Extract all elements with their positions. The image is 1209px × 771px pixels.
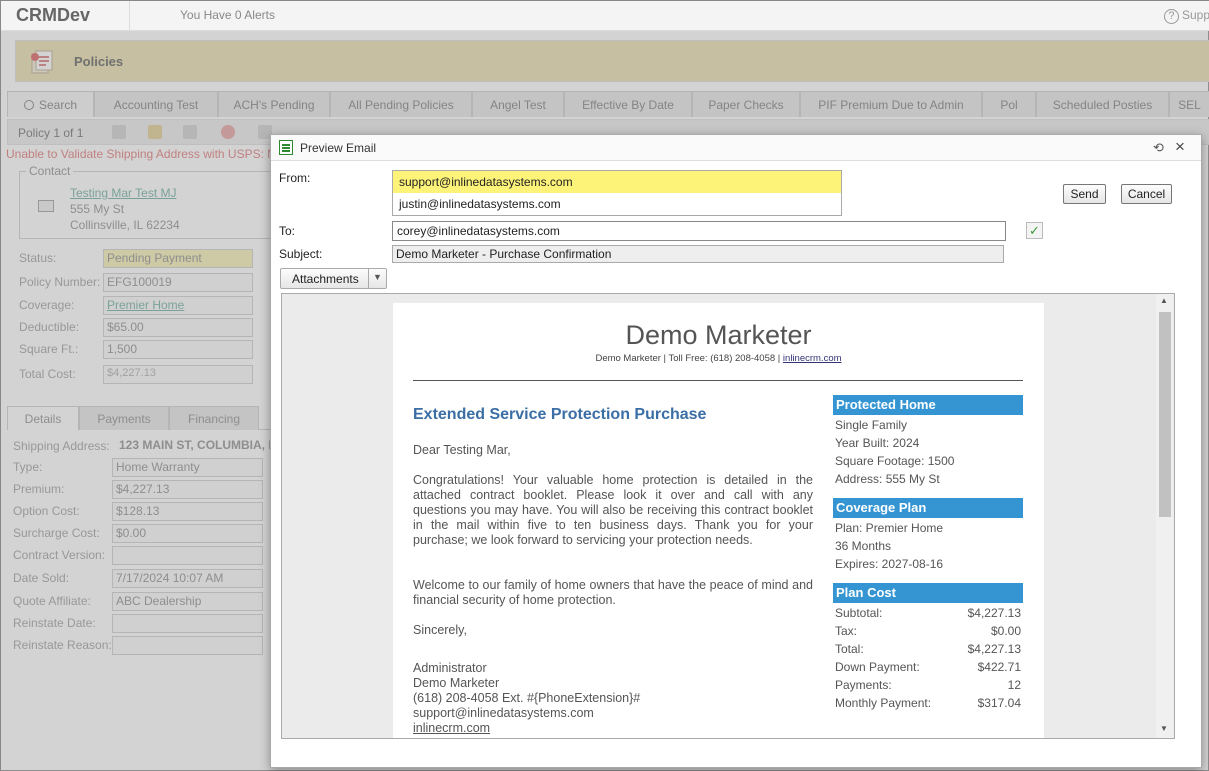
from-select-list[interactable]: support@inlinedatasystems.com justin@inl…: [392, 170, 842, 216]
cost-value: $0.00: [990, 624, 1021, 638]
dialog-title: Preview Email: [300, 141, 377, 155]
signature-phone: (618) 208-4058 Ext. #{PhoneExtension}#: [413, 691, 641, 705]
protected-home-line: Square Footage: 1500: [835, 454, 955, 468]
to-input[interactable]: [392, 221, 1006, 241]
coverage-plan-header: Coverage Plan: [833, 498, 1023, 518]
plan-cost-row: Down Payment: $422.71: [835, 660, 1023, 678]
protected-home-line: Address: 555 My St: [835, 472, 940, 486]
checkmark-icon[interactable]: ✓: [1026, 222, 1043, 239]
signature-web-link[interactable]: inlinecrm.com: [413, 721, 640, 736]
email-website-link[interactable]: inlinecrm.com: [783, 353, 842, 364]
email-company-subline: Demo Marketer | Toll Free: (618) 208-405…: [393, 353, 1044, 364]
signature-name: Administrator: [413, 661, 487, 675]
cost-label: Down Payment:: [835, 660, 920, 674]
email-paragraph-1: Congratulations! Your valuable home prot…: [413, 473, 813, 547]
cost-label: Monthly Payment:: [835, 696, 932, 710]
protected-home-line: Year Built: 2024: [835, 436, 920, 450]
cancel-button[interactable]: Cancel: [1121, 184, 1172, 204]
support-link[interactable]: ? Supp: [1163, 8, 1209, 24]
email-greeting: Dear Testing Mar,: [413, 443, 511, 457]
cost-label: Tax:: [835, 624, 858, 638]
coverage-plan-line: Plan: Premier Home: [835, 521, 944, 535]
signature-email: support@inlinedatasystems.com: [413, 706, 594, 720]
cost-value: $4,227.13: [967, 606, 1021, 620]
plan-cost-row: Payments: 12: [835, 678, 1023, 696]
cost-value: 12: [1007, 678, 1021, 692]
scroll-up-icon[interactable]: ▲: [1160, 296, 1168, 305]
email-company-title: Demo Marketer: [625, 320, 812, 350]
email-preview-icon: [279, 140, 293, 155]
chevron-down-icon[interactable]: ▼: [373, 272, 382, 282]
refresh-icon[interactable]: ⟲: [1153, 140, 1164, 156]
email-contact-info: Demo Marketer | Toll Free: (618) 208-405…: [595, 353, 783, 364]
help-icon: ?: [1163, 9, 1179, 24]
cost-value: $4,227.13: [967, 642, 1021, 656]
close-icon[interactable]: ×: [1175, 137, 1185, 157]
email-preview-frame[interactable]: Demo Marketer Demo Marketer | Toll Free:…: [281, 293, 1175, 739]
alerts-indicator[interactable]: You Have 0 Alerts: [129, 1, 275, 30]
email-signature: Administrator Demo Marketer (618) 208-40…: [413, 661, 640, 736]
app-brand[interactable]: CRMDev: [16, 5, 90, 26]
plan-cost-header: Plan Cost: [833, 583, 1023, 603]
app-window: CRMDev You Have 0 Alerts ? Supp Policies …: [0, 0, 1209, 771]
preview-email-dialog: Preview Email ⟲ × From: support@inlineda…: [270, 134, 1202, 768]
attachments-label: Attachments: [292, 272, 359, 286]
top-bar: CRMDev You Have 0 Alerts ? Supp: [1, 1, 1209, 31]
send-button[interactable]: Send: [1063, 184, 1106, 204]
to-label: To:: [279, 224, 296, 238]
plan-cost-row: Tax: $0.00: [835, 624, 1023, 642]
from-option[interactable]: justin@inlinedatasystems.com: [393, 193, 841, 215]
cost-label: Subtotal:: [835, 606, 883, 620]
subject-input[interactable]: [392, 245, 1004, 263]
email-divider: [413, 380, 1023, 381]
support-label: Supp: [1181, 8, 1209, 22]
dialog-titlebar[interactable]: Preview Email ⟲ ×: [271, 135, 1201, 161]
cost-label: Total:: [835, 642, 864, 656]
scroll-down-icon[interactable]: ▼: [1160, 724, 1168, 733]
dropdown-divider: [368, 269, 369, 288]
email-heading: Extended Service Protection Purchase: [413, 406, 707, 423]
cost-value: $422.71: [977, 660, 1021, 674]
subject-label: Subject:: [279, 247, 323, 261]
protected-home-line: Single Family: [835, 418, 908, 432]
email-document: Demo Marketer Demo Marketer | Toll Free:…: [393, 303, 1044, 738]
coverage-plan-line: Expires: 2027-08-16: [835, 557, 944, 571]
from-option[interactable]: support@inlinedatasystems.com: [393, 171, 841, 193]
preview-scrollbar[interactable]: ▲ ▼: [1156, 294, 1173, 738]
email-closing: Sincerely,: [413, 623, 467, 637]
coverage-plan-line: 36 Months: [835, 539, 892, 553]
from-label: From:: [279, 171, 311, 185]
cost-label: Payments:: [835, 678, 892, 692]
attachments-dropdown[interactable]: Attachments ▼: [280, 268, 387, 289]
protected-home-header: Protected Home: [833, 395, 1023, 415]
cost-value: $317.04: [977, 696, 1021, 710]
email-paragraph-2: Welcome to our family of home owners tha…: [413, 578, 813, 607]
plan-cost-row: Subtotal: $4,227.13: [835, 606, 1023, 624]
plan-cost-row: Total: $4,227.13: [835, 642, 1023, 660]
scrollbar-thumb[interactable]: [1159, 312, 1171, 517]
plan-cost-row: Monthly Payment: $317.04: [835, 696, 1023, 714]
signature-company: Demo Marketer: [413, 676, 500, 690]
